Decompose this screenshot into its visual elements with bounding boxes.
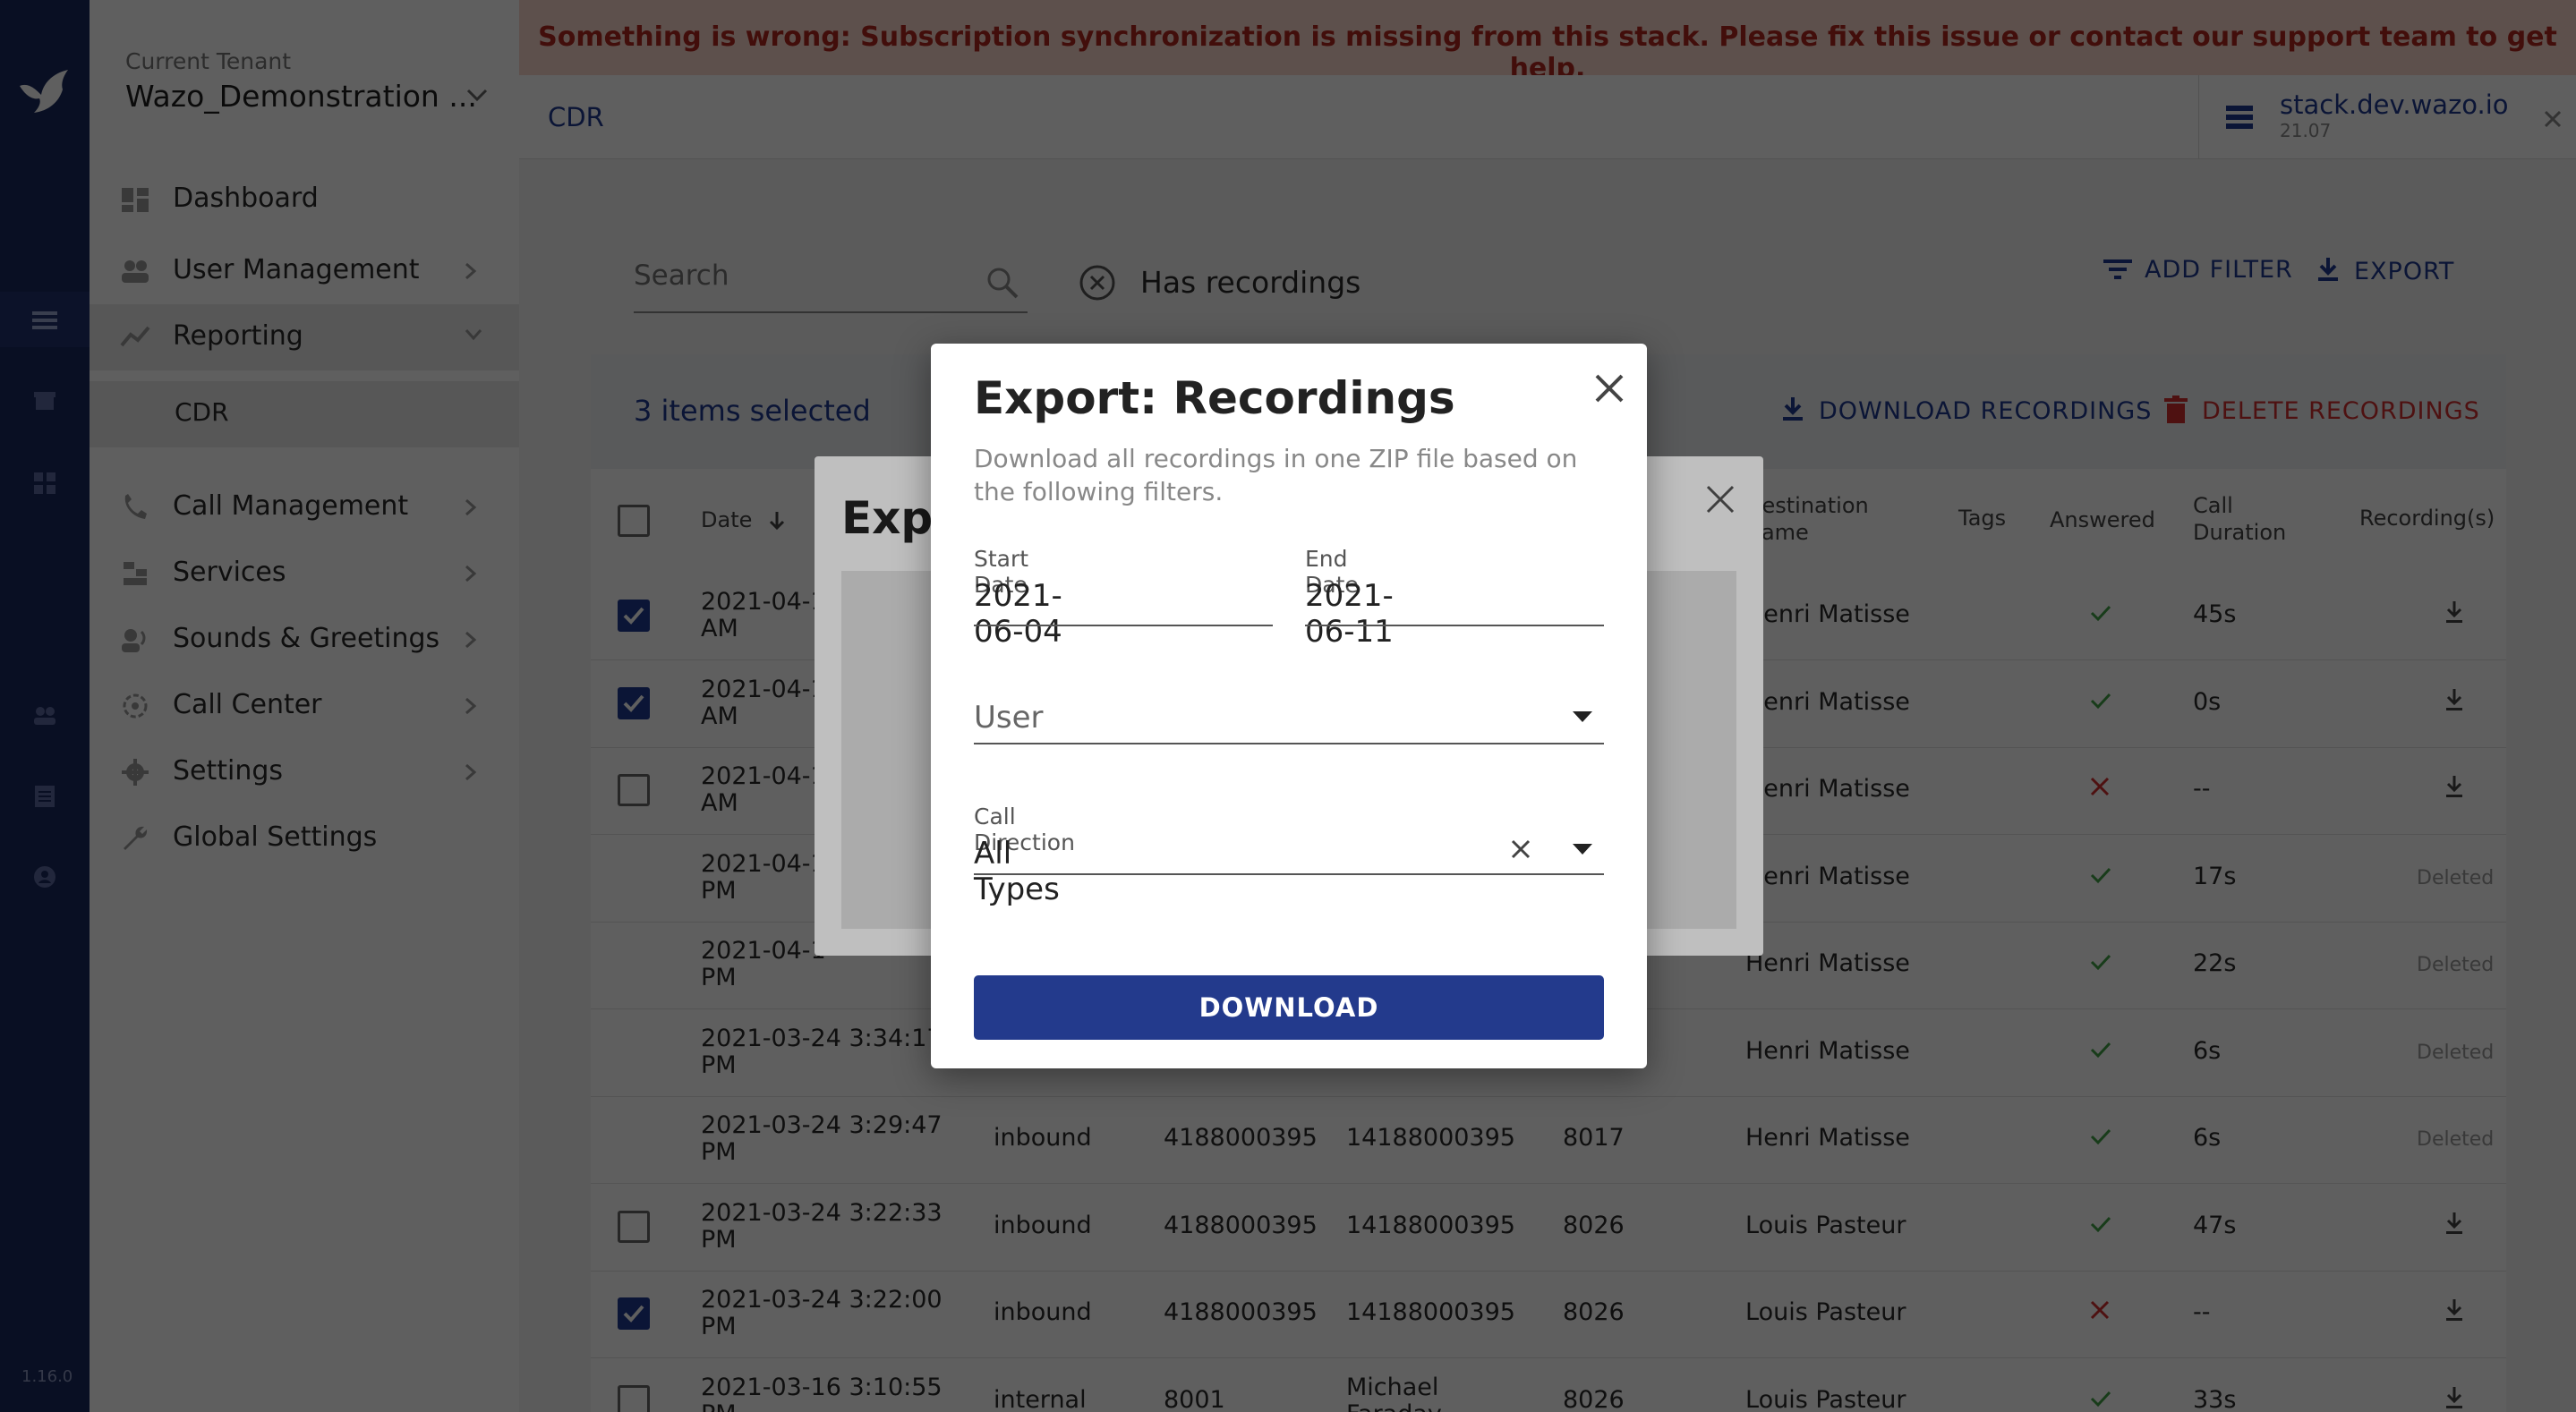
user-select-underline: [974, 743, 1604, 744]
start-date-underline: [974, 625, 1273, 626]
dialog-title: Export: Recordings: [974, 372, 1455, 424]
user-select-placeholder: User: [974, 700, 1044, 736]
clear-icon[interactable]: [1509, 838, 1532, 861]
start-date-input[interactable]: 2021-06-04: [974, 578, 1062, 650]
dropdown-arrow-icon[interactable]: [1572, 843, 1593, 855]
export-recordings-dialog: Export: Recordings Download all recordin…: [931, 344, 1647, 1068]
close-icon[interactable]: [1588, 367, 1631, 410]
call-direction-underline: [974, 873, 1604, 875]
dropdown-arrow-icon[interactable]: [1572, 710, 1593, 723]
download-button[interactable]: DOWNLOAD: [974, 975, 1604, 1040]
end-date-input[interactable]: 2021-06-11: [1305, 578, 1394, 650]
end-date-underline: [1305, 625, 1604, 626]
call-direction-value: All Types: [974, 836, 1060, 907]
dialog-description: Download all recordings in one ZIP file …: [974, 444, 1578, 506]
